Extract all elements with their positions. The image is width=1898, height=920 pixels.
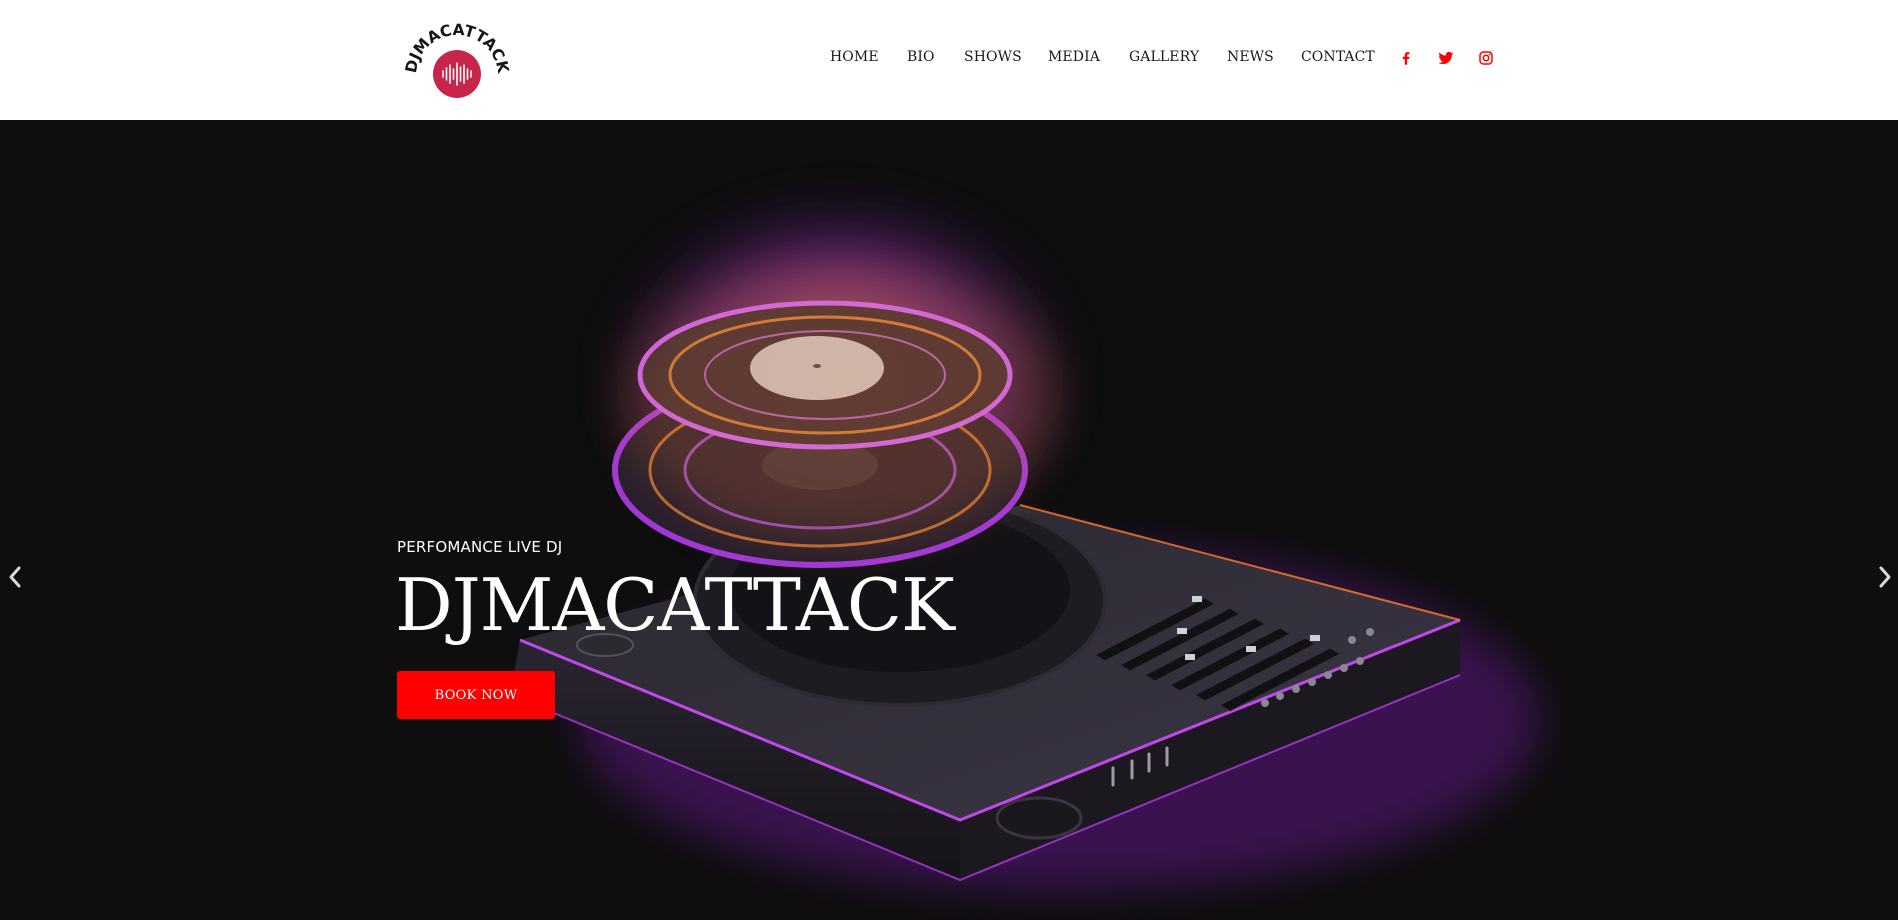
hero-slider: PERFOMANCE LIVE DJ DJMACATTACK BOOK NOW	[0, 120, 1898, 920]
instagram-icon[interactable]	[1477, 49, 1495, 67]
facebook-icon[interactable]	[1397, 49, 1415, 67]
site-header: DJMACATTACK HOME BIO SHOWS MEDIA GALLERY…	[0, 0, 1898, 120]
hero-subtitle: PERFOMANCE LIVE DJ	[397, 538, 563, 556]
nav-media[interactable]: MEDIA	[1048, 49, 1100, 65]
nav-home[interactable]: HOME	[830, 49, 879, 65]
chevron-right-icon[interactable]	[1874, 562, 1896, 592]
hero-title: DJMACATTACK	[395, 563, 955, 647]
nav-gallery[interactable]: GALLERY	[1129, 49, 1199, 65]
book-now-button[interactable]: BOOK NOW	[397, 671, 555, 719]
nav-contact[interactable]: CONTACT	[1301, 49, 1375, 65]
nav-shows[interactable]: SHOWS	[964, 49, 1022, 65]
site-logo[interactable]: DJMACATTACK	[404, 18, 510, 102]
nav-bio[interactable]: BIO	[907, 49, 935, 65]
twitter-icon[interactable]	[1437, 49, 1455, 67]
nav-news[interactable]: NEWS	[1227, 49, 1274, 65]
turntable-illustration	[509, 190, 1540, 890]
chevron-left-icon[interactable]	[4, 562, 26, 592]
